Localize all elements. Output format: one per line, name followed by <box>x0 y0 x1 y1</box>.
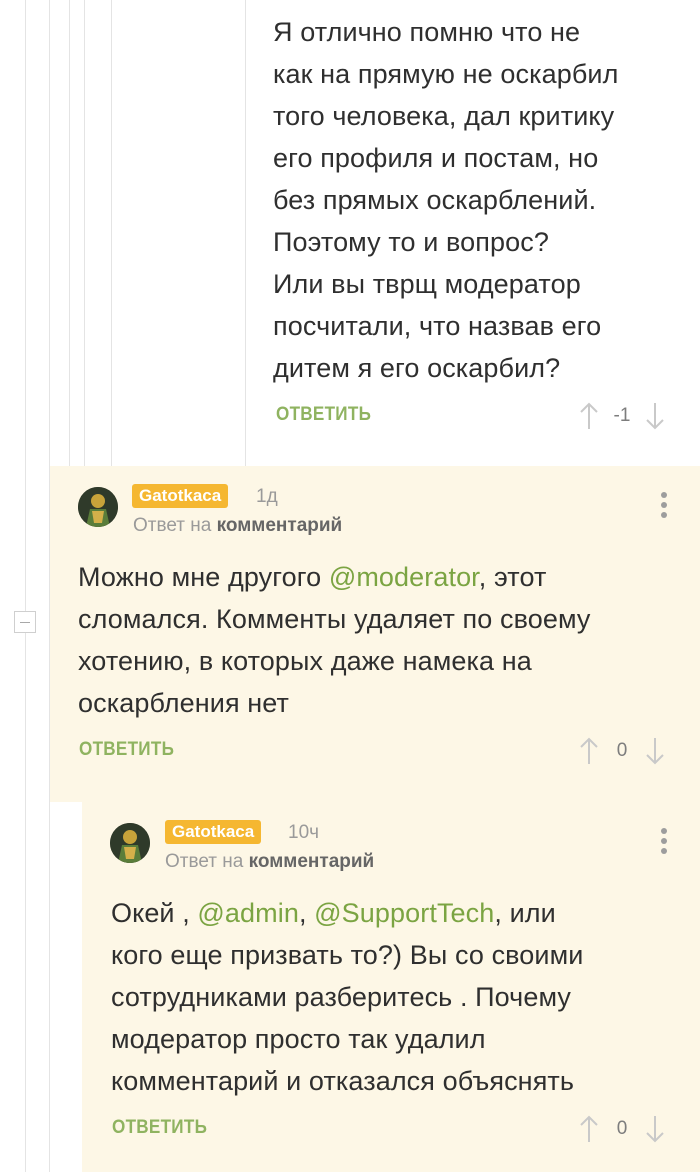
upvote-icon[interactable] <box>578 736 600 766</box>
upvote-icon[interactable] <box>578 1114 600 1144</box>
user-mention-link[interactable]: @SupportTech <box>314 898 494 928</box>
comment-text: Я отлично помню что не как на прямую не … <box>273 17 619 383</box>
username-badge[interactable]: Gatotkaca <box>132 484 229 508</box>
rating-control: 0 <box>578 736 666 766</box>
reply-button[interactable]: ОТВЕТИТЬ <box>276 404 371 426</box>
reply-button[interactable]: ОТВЕТИТЬ <box>112 1117 207 1139</box>
downvote-icon[interactable] <box>644 1114 666 1144</box>
thread-line <box>245 0 246 470</box>
comment-timestamp: 1д <box>256 486 278 507</box>
user-mention-link[interactable]: @moderator <box>329 562 479 592</box>
avatar[interactable] <box>78 487 118 527</box>
upvote-icon[interactable] <box>578 401 600 431</box>
downvote-icon[interactable] <box>644 736 666 766</box>
reply-to-link[interactable]: Ответ на комментарий <box>165 851 374 873</box>
rating-control: 0 <box>578 1114 666 1144</box>
comment-text: Окей , @admin, @SupportTech, или кого ещ… <box>111 898 584 1096</box>
downvote-icon[interactable] <box>644 401 666 431</box>
more-options-icon[interactable] <box>660 492 668 518</box>
comment-text: Можно мне другого @moderator, этот слома… <box>78 562 591 718</box>
thread-line <box>111 0 112 470</box>
more-options-icon[interactable] <box>660 828 668 854</box>
collapse-thread-button[interactable] <box>14 611 36 633</box>
rating-score: 0 <box>616 740 628 761</box>
username-badge[interactable]: Gatotkaca <box>165 820 262 844</box>
rating-score: -1 <box>613 405 631 426</box>
reply-button[interactable]: ОТВЕТИТЬ <box>79 739 174 761</box>
rating-control: -1 <box>578 401 666 431</box>
avatar[interactable] <box>110 823 150 863</box>
reply-to-link[interactable]: Ответ на комментарий <box>133 515 342 537</box>
user-mention-link[interactable]: @admin <box>197 898 299 928</box>
thread-line <box>25 0 26 1172</box>
thread-line <box>69 0 70 470</box>
comment-timestamp: 10ч <box>288 822 320 843</box>
rating-score: 0 <box>616 1118 628 1139</box>
thread-line <box>84 0 85 470</box>
